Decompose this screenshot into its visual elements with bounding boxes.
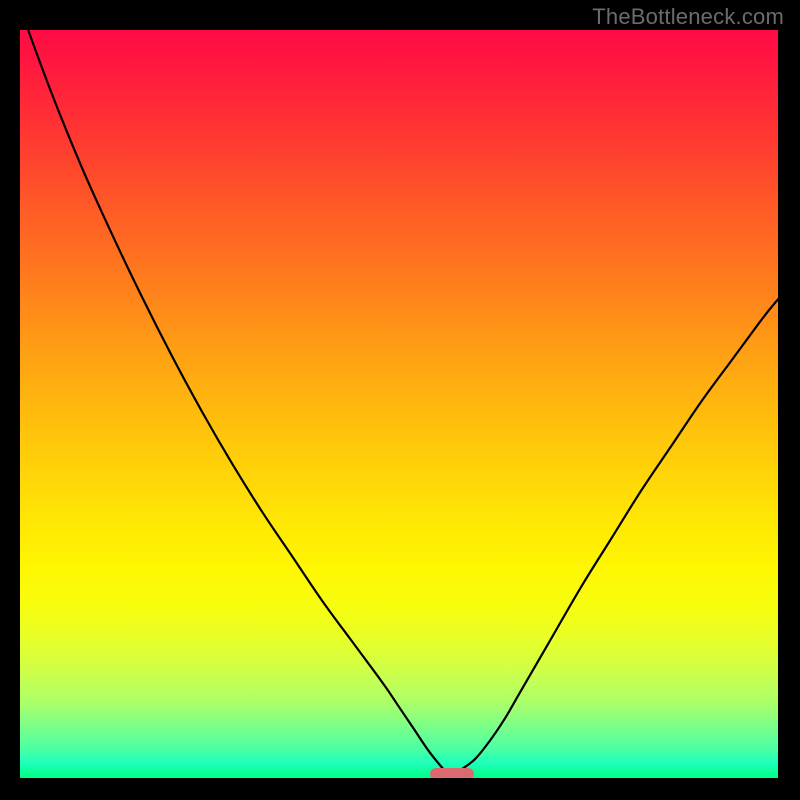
curve-svg — [20, 30, 778, 778]
plot-area — [20, 30, 778, 778]
chart-container: TheBottleneck.com — [0, 0, 800, 800]
left-curve — [20, 30, 444, 771]
watermark-label: TheBottleneck.com — [592, 4, 784, 30]
right-curve — [460, 299, 778, 770]
minimum-marker — [430, 768, 474, 779]
